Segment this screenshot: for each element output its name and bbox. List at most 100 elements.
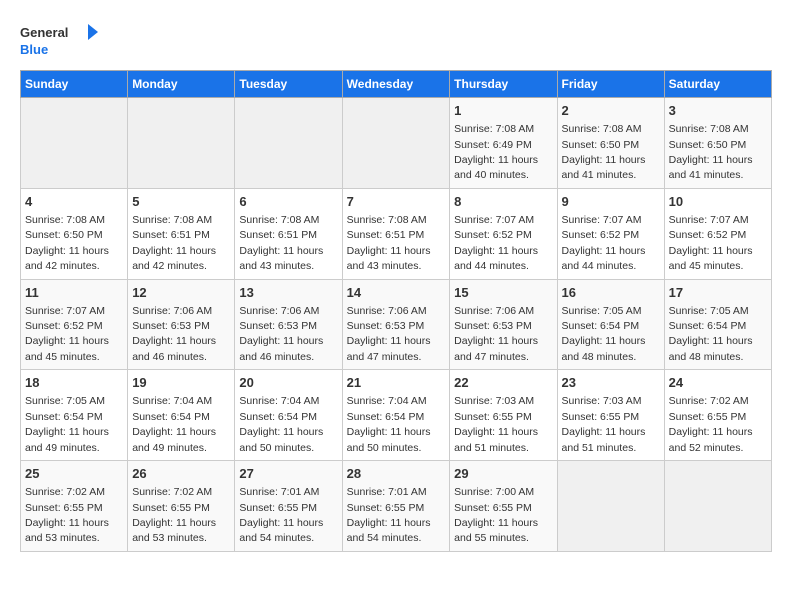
day-info: Sunrise: 7:06 AM Sunset: 6:53 PM Dayligh…: [347, 305, 431, 363]
day-number: 14: [347, 284, 446, 302]
weekday-header: Sunday: [21, 71, 128, 98]
calendar-cell: 7 Sunrise: 7:08 AM Sunset: 6:51 PM Daylig…: [342, 188, 450, 279]
day-info: Sunrise: 7:00 AM Sunset: 6:55 PM Dayligh…: [454, 486, 538, 544]
calendar-cell: 23 Sunrise: 7:03 AM Sunset: 6:55 PM Dayli…: [557, 370, 664, 461]
day-number: 23: [562, 374, 660, 392]
weekday-header: Saturday: [664, 71, 771, 98]
calendar-cell: 18 Sunrise: 7:05 AM Sunset: 6:54 PM Dayli…: [21, 370, 128, 461]
day-info: Sunrise: 7:06 AM Sunset: 6:53 PM Dayligh…: [239, 305, 323, 363]
calendar-cell: 20Sunrise: 7:04 AM Sunset: 6:54 PM Dayli…: [235, 370, 342, 461]
svg-text:Blue: Blue: [20, 42, 48, 57]
calendar-cell: 24 Sunrise: 7:02 AM Sunset: 6:55 PM Dayli…: [664, 370, 771, 461]
weekday-header: Wednesday: [342, 71, 450, 98]
day-number: 12: [132, 284, 230, 302]
day-info: Sunrise: 7:03 AM Sunset: 6:55 PM Dayligh…: [562, 395, 646, 453]
calendar-cell: [21, 98, 128, 189]
day-number: 9: [562, 193, 660, 211]
calendar-cell: 11 Sunrise: 7:07 AM Sunset: 6:52 PM Dayli…: [21, 279, 128, 370]
day-info: Sunrise: 7:06 AM Sunset: 6:53 PM Dayligh…: [132, 305, 216, 363]
weekday-header: Monday: [128, 71, 235, 98]
day-info: Sunrise: 7:08 AM Sunset: 6:51 PM Dayligh…: [132, 214, 216, 272]
logo-svg: General Blue: [20, 20, 100, 60]
day-info: Sunrise: 7:07 AM Sunset: 6:52 PM Dayligh…: [562, 214, 646, 272]
day-number: 26: [132, 465, 230, 483]
calendar-cell: 2 Sunrise: 7:08 AM Sunset: 6:50 PM Daylig…: [557, 98, 664, 189]
calendar-cell: 26 Sunrise: 7:02 AM Sunset: 6:55 PM Dayli…: [128, 461, 235, 552]
day-info: Sunrise: 7:02 AM Sunset: 6:55 PM Dayligh…: [132, 486, 216, 544]
calendar-cell: 27Sunrise: 7:01 AM Sunset: 6:55 PM Dayli…: [235, 461, 342, 552]
day-number: 5: [132, 193, 230, 211]
calendar-week-row: 11 Sunrise: 7:07 AM Sunset: 6:52 PM Dayli…: [21, 279, 772, 370]
day-info: Sunrise: 7:08 AM Sunset: 6:51 PM Dayligh…: [239, 214, 323, 272]
day-number: 17: [669, 284, 767, 302]
calendar-week-row: 25 Sunrise: 7:02 AM Sunset: 6:55 PM Dayli…: [21, 461, 772, 552]
day-number: 10: [669, 193, 767, 211]
day-number: 13: [239, 284, 337, 302]
day-info: Sunrise: 7:01 AM Sunset: 6:55 PM Dayligh…: [239, 486, 323, 544]
day-info: Sunrise: 7:07 AM Sunset: 6:52 PM Dayligh…: [25, 305, 109, 363]
day-info: Sunrise: 7:06 AM Sunset: 6:53 PM Dayligh…: [454, 305, 538, 363]
day-number: 8: [454, 193, 552, 211]
day-info: Sunrise: 7:02 AM Sunset: 6:55 PM Dayligh…: [669, 395, 753, 453]
day-info: Sunrise: 7:07 AM Sunset: 6:52 PM Dayligh…: [454, 214, 538, 272]
day-number: 16: [562, 284, 660, 302]
day-number: 22: [454, 374, 552, 392]
weekday-header: Thursday: [450, 71, 557, 98]
svg-text:General: General: [20, 25, 68, 40]
day-info: Sunrise: 7:08 AM Sunset: 6:49 PM Dayligh…: [454, 123, 538, 181]
day-info: Sunrise: 7:08 AM Sunset: 6:50 PM Dayligh…: [25, 214, 109, 272]
day-number: 7: [347, 193, 446, 211]
calendar-cell: 10Sunrise: 7:07 AM Sunset: 6:52 PM Dayli…: [664, 188, 771, 279]
calendar-cell: 14 Sunrise: 7:06 AM Sunset: 6:53 PM Dayli…: [342, 279, 450, 370]
day-number: 4: [25, 193, 123, 211]
calendar-cell: 5 Sunrise: 7:08 AM Sunset: 6:51 PM Daylig…: [128, 188, 235, 279]
calendar-cell: 12 Sunrise: 7:06 AM Sunset: 6:53 PM Dayli…: [128, 279, 235, 370]
calendar-week-row: 4 Sunrise: 7:08 AM Sunset: 6:50 PM Daylig…: [21, 188, 772, 279]
day-info: Sunrise: 7:05 AM Sunset: 6:54 PM Dayligh…: [562, 305, 646, 363]
logo: General Blue: [20, 20, 100, 60]
weekday-header: Friday: [557, 71, 664, 98]
calendar-table: SundayMondayTuesdayWednesdayThursdayFrid…: [20, 70, 772, 552]
calendar-week-row: 18 Sunrise: 7:05 AM Sunset: 6:54 PM Dayli…: [21, 370, 772, 461]
day-info: Sunrise: 7:01 AM Sunset: 6:55 PM Dayligh…: [347, 486, 431, 544]
day-number: 28: [347, 465, 446, 483]
calendar-cell: 29Sunrise: 7:00 AM Sunset: 6:55 PM Dayli…: [450, 461, 557, 552]
calendar-cell: [557, 461, 664, 552]
day-info: Sunrise: 7:05 AM Sunset: 6:54 PM Dayligh…: [669, 305, 753, 363]
calendar-cell: 28 Sunrise: 7:01 AM Sunset: 6:55 PM Dayli…: [342, 461, 450, 552]
day-info: Sunrise: 7:08 AM Sunset: 6:50 PM Dayligh…: [562, 123, 646, 181]
day-info: Sunrise: 7:02 AM Sunset: 6:55 PM Dayligh…: [25, 486, 109, 544]
day-number: 1: [454, 102, 552, 120]
calendar-cell: 21 Sunrise: 7:04 AM Sunset: 6:54 PM Dayli…: [342, 370, 450, 461]
calendar-cell: [128, 98, 235, 189]
day-info: Sunrise: 7:03 AM Sunset: 6:55 PM Dayligh…: [454, 395, 538, 453]
day-number: 2: [562, 102, 660, 120]
day-info: Sunrise: 7:04 AM Sunset: 6:54 PM Dayligh…: [239, 395, 323, 453]
calendar-cell: 22 Sunrise: 7:03 AM Sunset: 6:55 PM Dayli…: [450, 370, 557, 461]
calendar-cell: 4 Sunrise: 7:08 AM Sunset: 6:50 PM Daylig…: [21, 188, 128, 279]
header: General Blue: [20, 20, 772, 60]
day-info: Sunrise: 7:05 AM Sunset: 6:54 PM Dayligh…: [25, 395, 109, 453]
calendar-cell: 25 Sunrise: 7:02 AM Sunset: 6:55 PM Dayli…: [21, 461, 128, 552]
calendar-cell: 15Sunrise: 7:06 AM Sunset: 6:53 PM Dayli…: [450, 279, 557, 370]
day-number: 18: [25, 374, 123, 392]
day-number: 11: [25, 284, 123, 302]
calendar-cell: 6Sunrise: 7:08 AM Sunset: 6:51 PM Daylig…: [235, 188, 342, 279]
calendar-cell: [235, 98, 342, 189]
day-info: Sunrise: 7:08 AM Sunset: 6:50 PM Dayligh…: [669, 123, 753, 181]
day-number: 25: [25, 465, 123, 483]
calendar-cell: [342, 98, 450, 189]
day-number: 3: [669, 102, 767, 120]
calendar-header-row: SundayMondayTuesdayWednesdayThursdayFrid…: [21, 71, 772, 98]
calendar-cell: 19Sunrise: 7:04 AM Sunset: 6:54 PM Dayli…: [128, 370, 235, 461]
day-info: Sunrise: 7:08 AM Sunset: 6:51 PM Dayligh…: [347, 214, 431, 272]
calendar-cell: 8 Sunrise: 7:07 AM Sunset: 6:52 PM Daylig…: [450, 188, 557, 279]
day-number: 19: [132, 374, 230, 392]
day-info: Sunrise: 7:04 AM Sunset: 6:54 PM Dayligh…: [347, 395, 431, 453]
calendar-cell: 1 Sunrise: 7:08 AM Sunset: 6:49 PM Daylig…: [450, 98, 557, 189]
weekday-header: Tuesday: [235, 71, 342, 98]
calendar-cell: 16 Sunrise: 7:05 AM Sunset: 6:54 PM Dayli…: [557, 279, 664, 370]
calendar-week-row: 1 Sunrise: 7:08 AM Sunset: 6:49 PM Daylig…: [21, 98, 772, 189]
day-number: 24: [669, 374, 767, 392]
day-number: 21: [347, 374, 446, 392]
